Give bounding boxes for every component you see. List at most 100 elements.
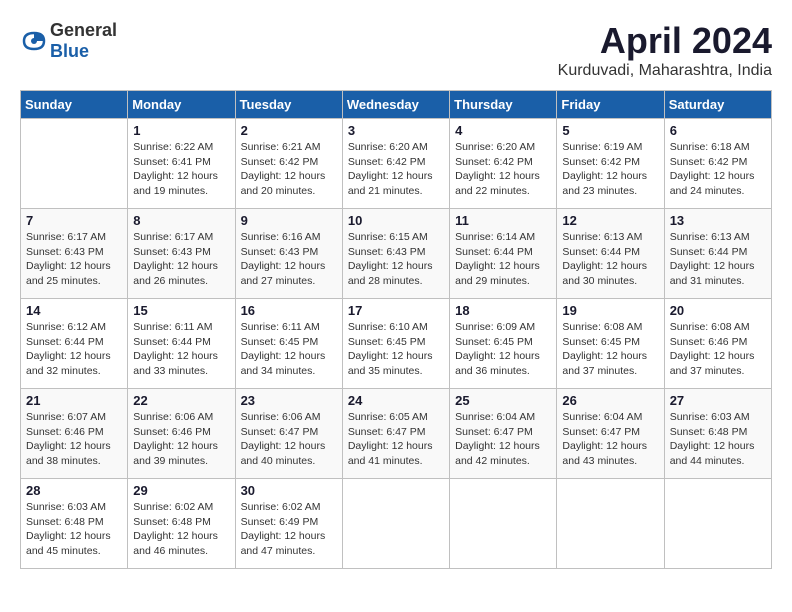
day-info: Sunrise: 6:16 AM Sunset: 6:43 PM Dayligh… <box>241 230 337 289</box>
day-info: Sunrise: 6:04 AM Sunset: 6:47 PM Dayligh… <box>455 410 551 469</box>
calendar-day-cell: 25 Sunrise: 6:04 AM Sunset: 6:47 PM Dayli… <box>450 389 557 479</box>
calendar-day-cell: 5 Sunrise: 6:19 AM Sunset: 6:42 PM Daylig… <box>557 119 664 209</box>
day-number: 18 <box>455 303 551 318</box>
calendar-week-row: 21Sunrise: 6:07 AM Sunset: 6:46 PM Dayli… <box>21 389 772 479</box>
calendar-day-cell <box>342 479 449 569</box>
calendar-day-cell: 22 Sunrise: 6:06 AM Sunset: 6:46 PM Dayli… <box>128 389 235 479</box>
day-info: Sunrise: 6:04 AM Sunset: 6:47 PM Dayligh… <box>562 410 658 469</box>
calendar-day-cell: 13 Sunrise: 6:13 AM Sunset: 6:44 PM Dayli… <box>664 209 771 299</box>
calendar-day-cell: 7 Sunrise: 6:17 AM Sunset: 6:43 PM Daylig… <box>21 209 128 299</box>
day-number: 3 <box>348 123 444 138</box>
day-info: Sunrise: 6:09 AM Sunset: 6:45 PM Dayligh… <box>455 320 551 379</box>
calendar-header-cell: Thursday <box>450 91 557 119</box>
day-number: 27 <box>670 393 766 408</box>
day-info: Sunrise: 6:22 AM Sunset: 6:41 PM Dayligh… <box>133 140 229 199</box>
day-info: Sunrise: 6:02 AM Sunset: 6:49 PM Dayligh… <box>241 500 337 559</box>
location-title: Kurduvadi, Maharashtra, India <box>558 62 772 80</box>
day-number: 12 <box>562 213 658 228</box>
day-info: Sunrise: 6:14 AM Sunset: 6:44 PM Dayligh… <box>455 230 551 289</box>
calendar-header-cell: Sunday <box>21 91 128 119</box>
calendar-table: SundayMondayTuesdayWednesdayThursdayFrid… <box>20 90 772 569</box>
day-number: 29 <box>133 483 229 498</box>
calendar-week-row: 7 Sunrise: 6:17 AM Sunset: 6:43 PM Daylig… <box>21 209 772 299</box>
calendar-day-cell: 14 Sunrise: 6:12 AM Sunset: 6:44 PM Dayli… <box>21 299 128 389</box>
calendar-day-cell: 23 Sunrise: 6:06 AM Sunset: 6:47 PM Dayli… <box>235 389 342 479</box>
calendar-day-cell: 11 Sunrise: 6:14 AM Sunset: 6:44 PM Dayli… <box>450 209 557 299</box>
day-info: Sunrise: 6:20 AM Sunset: 6:42 PM Dayligh… <box>348 140 444 199</box>
day-info: Sunrise: 6:13 AM Sunset: 6:44 PM Dayligh… <box>670 230 766 289</box>
calendar-header-cell: Friday <box>557 91 664 119</box>
day-info: Sunrise: 6:19 AM Sunset: 6:42 PM Dayligh… <box>562 140 658 199</box>
calendar-day-cell: 21Sunrise: 6:07 AM Sunset: 6:46 PM Dayli… <box>21 389 128 479</box>
day-info: Sunrise: 6:08 AM Sunset: 6:46 PM Dayligh… <box>670 320 766 379</box>
calendar-header-cell: Tuesday <box>235 91 342 119</box>
day-info: Sunrise: 6:10 AM Sunset: 6:45 PM Dayligh… <box>348 320 444 379</box>
calendar-day-cell: 3 Sunrise: 6:20 AM Sunset: 6:42 PM Daylig… <box>342 119 449 209</box>
logo-text-blue: Blue <box>50 41 89 61</box>
day-number: 21 <box>26 393 122 408</box>
calendar-day-cell: 26 Sunrise: 6:04 AM Sunset: 6:47 PM Dayli… <box>557 389 664 479</box>
day-number: 10 <box>348 213 444 228</box>
calendar-day-cell: 27 Sunrise: 6:03 AM Sunset: 6:48 PM Dayli… <box>664 389 771 479</box>
day-number: 14 <box>26 303 122 318</box>
logo-text-general: General <box>50 20 117 40</box>
calendar-header-cell: Saturday <box>664 91 771 119</box>
calendar-day-cell: 19Sunrise: 6:08 AM Sunset: 6:45 PM Dayli… <box>557 299 664 389</box>
day-number: 17 <box>348 303 444 318</box>
day-number: 23 <box>241 393 337 408</box>
calendar-body: 1Sunrise: 6:22 AM Sunset: 6:41 PM Daylig… <box>21 119 772 569</box>
calendar-week-row: 14 Sunrise: 6:12 AM Sunset: 6:44 PM Dayli… <box>21 299 772 389</box>
calendar-day-cell: 1Sunrise: 6:22 AM Sunset: 6:41 PM Daylig… <box>128 119 235 209</box>
calendar-day-cell <box>664 479 771 569</box>
day-number: 22 <box>133 393 229 408</box>
day-number: 8 <box>133 213 229 228</box>
month-title: April 2024 <box>558 20 772 62</box>
day-info: Sunrise: 6:17 AM Sunset: 6:43 PM Dayligh… <box>26 230 122 289</box>
calendar-day-cell: 15Sunrise: 6:11 AM Sunset: 6:44 PM Dayli… <box>128 299 235 389</box>
calendar-day-cell: 18 Sunrise: 6:09 AM Sunset: 6:45 PM Dayli… <box>450 299 557 389</box>
day-info: Sunrise: 6:06 AM Sunset: 6:47 PM Dayligh… <box>241 410 337 469</box>
day-info: Sunrise: 6:17 AM Sunset: 6:43 PM Dayligh… <box>133 230 229 289</box>
day-number: 5 <box>562 123 658 138</box>
day-number: 7 <box>26 213 122 228</box>
day-number: 24 <box>348 393 444 408</box>
calendar-day-cell: 8 Sunrise: 6:17 AM Sunset: 6:43 PM Daylig… <box>128 209 235 299</box>
calendar-week-row: 28Sunrise: 6:03 AM Sunset: 6:48 PM Dayli… <box>21 479 772 569</box>
day-info: Sunrise: 6:03 AM Sunset: 6:48 PM Dayligh… <box>670 410 766 469</box>
calendar-day-cell: 16 Sunrise: 6:11 AM Sunset: 6:45 PM Dayli… <box>235 299 342 389</box>
calendar-day-cell: 29 Sunrise: 6:02 AM Sunset: 6:48 PM Dayli… <box>128 479 235 569</box>
calendar-day-cell <box>450 479 557 569</box>
calendar-day-cell <box>21 119 128 209</box>
header: General Blue April 2024 Kurduvadi, Mahar… <box>20 20 772 80</box>
day-number: 9 <box>241 213 337 228</box>
day-number: 13 <box>670 213 766 228</box>
day-number: 26 <box>562 393 658 408</box>
day-number: 28 <box>26 483 122 498</box>
calendar-day-cell: 4Sunrise: 6:20 AM Sunset: 6:42 PM Daylig… <box>450 119 557 209</box>
day-number: 25 <box>455 393 551 408</box>
calendar-day-cell: 9 Sunrise: 6:16 AM Sunset: 6:43 PM Daylig… <box>235 209 342 299</box>
calendar-header-cell: Monday <box>128 91 235 119</box>
calendar-header-cell: Wednesday <box>342 91 449 119</box>
day-info: Sunrise: 6:02 AM Sunset: 6:48 PM Dayligh… <box>133 500 229 559</box>
calendar-header-row: SundayMondayTuesdayWednesdayThursdayFrid… <box>21 91 772 119</box>
day-info: Sunrise: 6:20 AM Sunset: 6:42 PM Dayligh… <box>455 140 551 199</box>
logo-icon <box>20 27 48 55</box>
day-number: 16 <box>241 303 337 318</box>
day-number: 15 <box>133 303 229 318</box>
day-number: 30 <box>241 483 337 498</box>
calendar-day-cell: 12 Sunrise: 6:13 AM Sunset: 6:44 PM Dayli… <box>557 209 664 299</box>
day-number: 11 <box>455 213 551 228</box>
day-info: Sunrise: 6:13 AM Sunset: 6:44 PM Dayligh… <box>562 230 658 289</box>
day-number: 6 <box>670 123 766 138</box>
day-info: Sunrise: 6:11 AM Sunset: 6:45 PM Dayligh… <box>241 320 337 379</box>
day-info: Sunrise: 6:06 AM Sunset: 6:46 PM Dayligh… <box>133 410 229 469</box>
calendar-day-cell: 28Sunrise: 6:03 AM Sunset: 6:48 PM Dayli… <box>21 479 128 569</box>
calendar-day-cell: 30 Sunrise: 6:02 AM Sunset: 6:49 PM Dayli… <box>235 479 342 569</box>
title-area: April 2024 Kurduvadi, Maharashtra, India <box>558 20 772 80</box>
calendar-day-cell: 10Sunrise: 6:15 AM Sunset: 6:43 PM Dayli… <box>342 209 449 299</box>
calendar-day-cell: 2Sunrise: 6:21 AM Sunset: 6:42 PM Daylig… <box>235 119 342 209</box>
calendar-day-cell <box>557 479 664 569</box>
day-info: Sunrise: 6:12 AM Sunset: 6:44 PM Dayligh… <box>26 320 122 379</box>
calendar-day-cell: 20Sunrise: 6:08 AM Sunset: 6:46 PM Dayli… <box>664 299 771 389</box>
